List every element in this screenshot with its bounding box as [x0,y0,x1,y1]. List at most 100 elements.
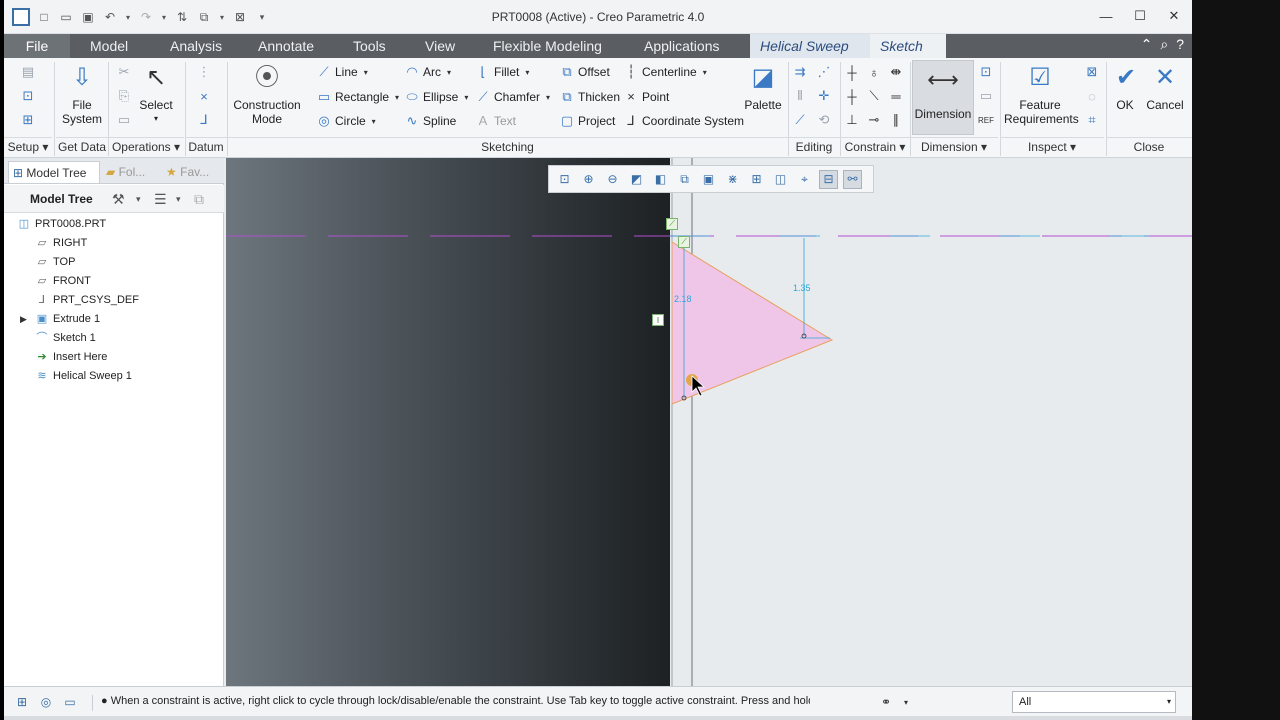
mirror-icon[interactable]: ⫴ [792,88,808,104]
sketch-geometry[interactable] [226,158,1192,686]
thicken-button[interactable]: ⧉ Thicken [560,89,620,105]
help-icon[interactable]: ? [1176,36,1184,53]
tree-settings-dropdown-icon[interactable]: ▾ [136,194,141,205]
saved-orientations-icon[interactable]: ⧉ [675,170,694,189]
rectangle-button[interactable]: ▭ Rectangle ▾ [317,89,399,105]
select-button[interactable]: ↖ Select ▾ [136,62,176,126]
tree-item[interactable]: ▱ FRONT [34,272,91,290]
view-manager-icon[interactable]: ▣ [699,170,718,189]
baseline-dimension-icon[interactable]: ▭ [978,88,994,104]
tab-flexible-modeling[interactable]: Flexible Modeling [483,34,612,58]
tree-columns-icon[interactable]: ☰ [154,191,167,208]
search-icon[interactable]: ⌕ [1160,36,1168,53]
line-button[interactable]: ⟋ Line ▾ [317,64,367,80]
sketch-view-orient-icon[interactable]: ⌖ [795,170,814,189]
tree-item[interactable]: ▱ TOP [34,253,76,271]
navigator-toggle-icon[interactable]: ⊞ [14,694,30,710]
project-button[interactable]: ▢ Project [560,113,616,129]
offset-button[interactable]: ⧉ Offset [560,64,609,80]
horizontal-constraint-icon[interactable]: ┼ [844,88,860,104]
corner-icon[interactable]: ✛ [816,88,832,104]
constraint-marker-vertex[interactable]: ⟋ [678,236,690,248]
dimension-value-height[interactable]: 1.35 [793,283,811,293]
tab-applications[interactable]: Applications [634,34,730,58]
chamfer-button[interactable]: ⟋ Chamfer ▾ [476,89,550,105]
cut-icon[interactable]: ✂ [116,64,132,80]
vertical-constraint-icon[interactable]: ┼ [844,64,860,80]
cancel-button[interactable]: ✕ Cancel [1144,62,1186,113]
refit-icon[interactable]: ⊡ [555,170,574,189]
midpoint-constraint-icon[interactable]: ⟍ [866,88,882,104]
highlight-open-ends-icon[interactable]: ⊠ [1084,64,1100,80]
group-constrain-footer[interactable]: Constrain ▾ [840,137,910,156]
arc-button[interactable]: ◠ Arc ▾ [405,64,451,80]
tree-item[interactable]: ▱ RIGHT [34,234,87,252]
datum-point-icon[interactable]: × [196,88,212,104]
divide-icon[interactable]: ⋰ [816,64,832,80]
parallel-constraint-icon[interactable]: ∥ [888,112,904,128]
tab-favorites[interactable]: ★ Fav... [162,161,220,183]
tab-folder-browser[interactable]: ▰ Fol... [102,161,158,183]
ok-button[interactable]: ✔ OK [1110,62,1140,113]
dimension-button[interactable]: ⟷ Dimension [912,60,974,135]
spline-button[interactable]: ∿ Spline [405,113,457,129]
tab-sketch[interactable]: Sketch [870,34,946,58]
overlapping-geometry-icon[interactable]: ⌗ [1084,112,1100,128]
point-button[interactable]: × Point [624,89,669,104]
reference-dimension-icon[interactable]: REF [978,112,994,128]
shade-closed-loops-icon[interactable]: ◌ [1084,88,1100,104]
sketch-view-icon[interactable]: ⊡ [20,88,36,104]
tab-view[interactable]: View [415,34,465,58]
datum-centerline-icon[interactable]: ⋮ [196,64,212,80]
feature-requirements-button[interactable]: ☑ Feature Requirements [1004,62,1079,127]
palette-button[interactable]: ◪ Palette [742,62,784,113]
selection-filter-dropdown[interactable]: All ▾ [1012,691,1176,713]
construction-mode-button[interactable]: ⦿ Construction Mode [232,62,302,127]
tab-model[interactable]: Model [80,34,138,58]
tab-analysis[interactable]: Analysis [160,34,232,58]
coordinate-system-button[interactable]: ⅃ Coordinate System [624,113,744,129]
file-system-button[interactable]: ⇩ File System [58,62,106,127]
zoom-in-icon[interactable]: ⊕ [579,170,598,189]
find-dropdown-icon[interactable]: ▾ [898,694,914,710]
group-setup-footer[interactable]: Setup ▾ [4,137,52,156]
equal-constraint-icon[interactable]: ═ [888,88,904,104]
tab-model-tree[interactable]: ⊞ Model Tree [8,161,100,183]
perimeter-dimension-icon[interactable]: ⊡ [978,64,994,80]
dimension-value-vertical[interactable]: 2.18 [674,294,692,304]
tab-annotate[interactable]: Annotate [248,34,324,58]
minimize-ribbon-icon[interactable]: ⌃ [1141,36,1153,53]
tree-filter-icon[interactable]: ⧉ [194,191,204,208]
tree-item[interactable]: ◫ PRT0008.PRT [16,215,106,233]
group-inspect-footer[interactable]: Inspect ▾ [1000,137,1104,156]
repaint-icon[interactable]: ◩ [627,170,646,189]
tree-item[interactable]: ➔ Insert Here [34,348,107,366]
maximize-icon[interactable]: ☐ [1130,6,1150,26]
graphics-area[interactable]: 2.18 1.35 ⟋ ⟋ I ⊡ ⊕ ⊖ ◩ ◧ ⧉ ▣ ⋇ ⊞ ◫ ⌖ ⊟ … [226,158,1192,686]
tree-item[interactable]: ⌒ Sketch 1 [34,329,96,347]
centerline-button[interactable]: ┆ Centerline ▾ [624,64,707,80]
paste-icon[interactable]: ▭ [116,112,132,128]
modify-icon[interactable]: ⇉ [792,64,808,80]
tab-helical-sweep[interactable]: Helical Sweep [750,34,870,58]
annotation-display-icon[interactable]: ⊞ [747,170,766,189]
sketch-setup-icon[interactable]: ▤ [20,64,36,80]
tree-item[interactable]: ▶ ▣ Extrude 1 [20,310,100,328]
text-button[interactable]: A Text [476,113,516,128]
zoom-out-icon[interactable]: ⊖ [603,170,622,189]
fillet-button[interactable]: ⌊ Fillet ▾ [476,64,529,80]
circle-button[interactable]: ◎ Circle ▾ [317,113,375,129]
ellipse-button[interactable]: ⬭ Ellipse ▾ [405,89,468,105]
close-icon[interactable]: ✕ [1164,6,1184,26]
copy-icon[interactable]: ⎘ [116,88,132,104]
browser-toggle-icon[interactable]: ◎ [38,694,54,710]
display-style-icon[interactable]: ◧ [651,170,670,189]
find-binoculars-icon[interactable]: ⚭ [878,694,894,710]
tree-item[interactable]: ⅃ PRT_CSYS_DEF [34,291,139,309]
group-operations-footer[interactable]: Operations ▾ [108,137,184,156]
vertical-constraint-marker[interactable]: I [652,314,664,326]
datum-display-icon[interactable]: ⋇ [723,170,742,189]
delete-segment-icon[interactable]: ⟋ [792,112,808,128]
minimize-icon[interactable]: — [1096,6,1116,26]
coincident-constraint-icon[interactable]: ⊸ [866,112,882,128]
